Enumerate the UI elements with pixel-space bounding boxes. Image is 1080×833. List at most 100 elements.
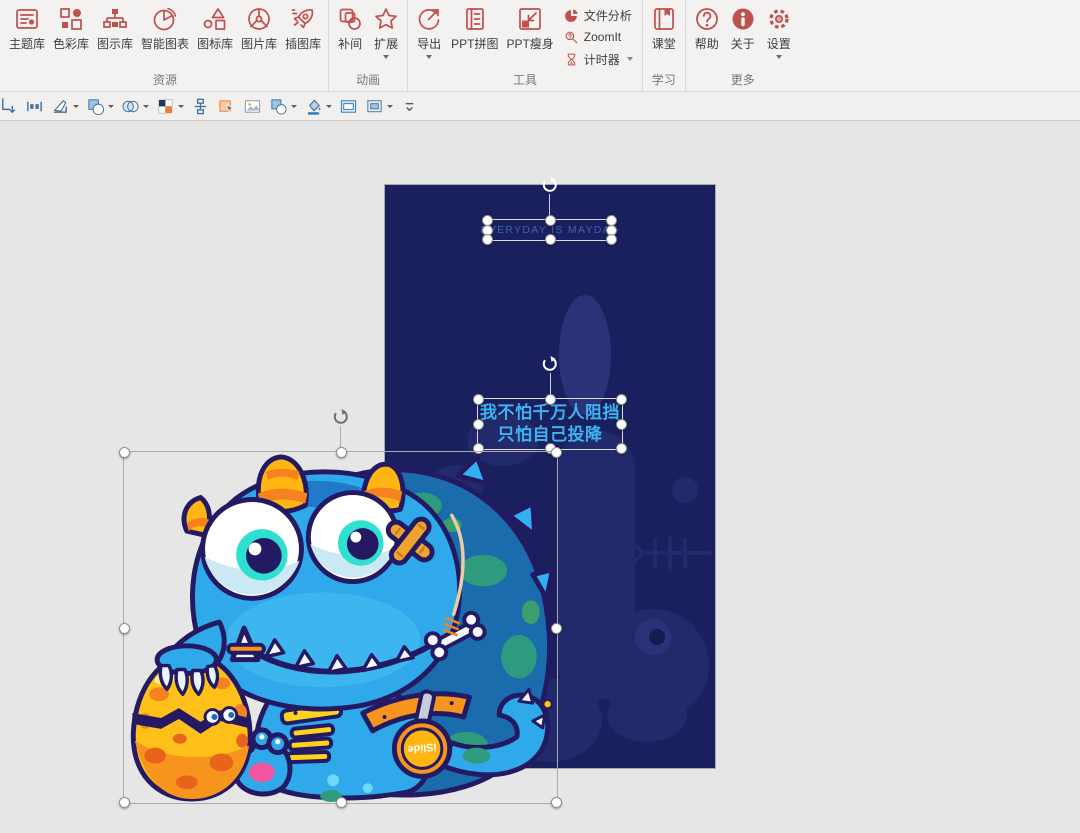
ribbon-button-zoomit[interactable]: ZoomIt xyxy=(564,28,633,46)
ribbon-button-export[interactable]: 导出 xyxy=(411,0,447,59)
ribbon-button-timer[interactable]: 计时器 xyxy=(564,50,633,68)
settings-gear-icon xyxy=(765,5,793,33)
selection-handle[interactable] xyxy=(473,419,484,430)
selection-handle[interactable] xyxy=(336,797,347,808)
ribbon-group-tools: 导出 PPT拼图 PPT瘦身 文件分析 ZoomIt xyxy=(408,0,643,91)
selection-handle[interactable] xyxy=(551,447,562,458)
merge-shapes-button[interactable] xyxy=(83,94,117,118)
distribute-align-icon xyxy=(191,97,210,116)
picture-library-icon xyxy=(245,5,273,33)
ribbon-button-label: 智能图表 xyxy=(141,35,189,52)
ppt-puzzle-icon xyxy=(461,5,489,33)
ribbon-button-ppt-slim[interactable]: PPT瘦身 xyxy=(502,0,557,52)
ribbon-button-icon-library[interactable]: 图标库 xyxy=(193,0,237,52)
ribbon-button-help[interactable]: 帮助 xyxy=(689,0,725,52)
chevron-down-icon xyxy=(627,57,633,61)
ribbon-button-label: 计时器 xyxy=(584,51,620,68)
edit-vertex-button[interactable] xyxy=(48,94,82,118)
subtitle-textbox[interactable]: 我不怕千万人阻挡 只怕自己投降 xyxy=(477,398,623,450)
selection-handle[interactable] xyxy=(119,447,130,458)
title-textbox[interactable]: · EVERYDAY IS MAYDAY · xyxy=(486,219,613,241)
recolor-swatch-button[interactable] xyxy=(153,94,187,118)
merge-shapes-icon xyxy=(86,97,105,116)
text-frame-button[interactable] xyxy=(336,94,361,118)
shape-combine-icon xyxy=(269,97,288,116)
chevron-down-icon xyxy=(387,105,393,108)
ribbon-button-label: 扩展 xyxy=(374,35,398,52)
chevron-down-icon xyxy=(73,105,79,108)
ribbon-group-animation: 补间 扩展 动画 xyxy=(329,0,408,91)
match-size-button[interactable] xyxy=(22,94,47,118)
align-guides-button[interactable] xyxy=(0,94,21,118)
ribbon-group-learning: 课堂 学习 xyxy=(643,0,686,91)
ribbon-button-label: 图片库 xyxy=(241,35,277,52)
ppt-slim-icon xyxy=(516,5,544,33)
file-analysis-pie-icon xyxy=(564,8,579,23)
shape-combine-button[interactable] xyxy=(266,94,300,118)
export-icon xyxy=(415,5,443,33)
ribbon-button-diagram-library[interactable]: 图示库 xyxy=(93,0,137,52)
quick-access-toolbar xyxy=(0,92,1080,121)
diagram-library-icon xyxy=(101,5,129,33)
theme-library-icon xyxy=(13,5,41,33)
selection-handle[interactable] xyxy=(482,234,493,245)
insert-picture-button[interactable] xyxy=(240,94,265,118)
selection-handle[interactable] xyxy=(473,394,484,405)
ribbon-button-illustration-library[interactable]: 插图库 xyxy=(281,0,325,52)
ribbon-button-tween[interactable]: 补间 xyxy=(332,0,368,52)
chevron-down-icon xyxy=(291,105,297,108)
color-library-icon xyxy=(57,5,85,33)
ribbon-button-label: 导出 xyxy=(417,35,441,52)
ribbon-group-label: 工具 xyxy=(411,73,639,91)
selection-handle[interactable] xyxy=(616,419,627,430)
selection-handle[interactable] xyxy=(336,447,347,458)
distribute-align-button[interactable] xyxy=(188,94,213,118)
crop-frame-button[interactable] xyxy=(362,94,396,118)
smart-chart-icon xyxy=(151,5,179,33)
ribbon-button-ppt-puzzle[interactable]: PPT拼图 xyxy=(447,0,502,52)
ribbon-button-file-analysis[interactable]: 文件分析 xyxy=(564,6,633,24)
selection-handle[interactable] xyxy=(119,797,130,808)
recolor-swatch-icon xyxy=(156,97,175,116)
selection-handle[interactable] xyxy=(545,215,556,226)
match-size-icon xyxy=(25,97,44,116)
rotate-handle-icon[interactable] xyxy=(541,355,559,373)
ribbon-tools-small-column: 文件分析 ZoomIt 计时器 xyxy=(558,0,639,68)
toolbar-overflow-icon xyxy=(400,97,419,116)
fill-color-icon xyxy=(304,97,323,116)
zoomit-magnifier-icon xyxy=(564,30,579,45)
selection-handle[interactable] xyxy=(545,234,556,245)
ribbon-button-extension[interactable]: 扩展 xyxy=(368,0,404,59)
selection-handle[interactable] xyxy=(551,797,562,808)
ribbon-button-label: 设置 xyxy=(767,35,791,52)
selection-handle[interactable] xyxy=(119,623,130,634)
chevron-down-icon xyxy=(426,55,432,59)
selection-handle[interactable] xyxy=(616,443,627,454)
ribbon-button-label: 帮助 xyxy=(695,35,719,52)
ribbon-button-smart-chart[interactable]: 智能图表 xyxy=(137,0,193,52)
boolean-shapes-button[interactable] xyxy=(118,94,152,118)
ribbon-button-settings[interactable]: 设置 xyxy=(761,0,797,59)
ribbon-button-color-library[interactable]: 色彩库 xyxy=(49,0,93,52)
mascot-image-selection[interactable]: iSlide xyxy=(123,451,558,804)
islide-dragon-mascot-image[interactable]: iSlide xyxy=(125,454,556,803)
fill-color-button[interactable] xyxy=(301,94,335,118)
edit-vertex-icon xyxy=(51,97,70,116)
chevron-down-icon xyxy=(326,105,332,108)
selection-handle[interactable] xyxy=(551,623,562,634)
ribbon-button-theme-library[interactable]: 主题库 xyxy=(5,0,49,52)
rotate-handle-icon[interactable] xyxy=(332,408,350,426)
ribbon-group-label: 学习 xyxy=(646,73,682,91)
ribbon-button-about[interactable]: 关于 xyxy=(725,0,761,52)
ribbon-button-label: PPT瘦身 xyxy=(506,35,553,52)
selection-handle[interactable] xyxy=(545,394,556,405)
selection-paste-button[interactable] xyxy=(214,94,239,118)
ribbon-button-classroom[interactable]: 课堂 xyxy=(646,0,682,52)
selection-handle[interactable] xyxy=(616,394,627,405)
ribbon-button-picture-library[interactable]: 图片库 xyxy=(237,0,281,52)
rotate-handle-icon[interactable] xyxy=(541,176,559,194)
ribbon-button-label: 色彩库 xyxy=(53,35,89,52)
selection-handle[interactable] xyxy=(606,234,617,245)
ribbon-button-label: 主题库 xyxy=(9,35,45,52)
toolbar-overflow-button[interactable] xyxy=(397,94,422,118)
